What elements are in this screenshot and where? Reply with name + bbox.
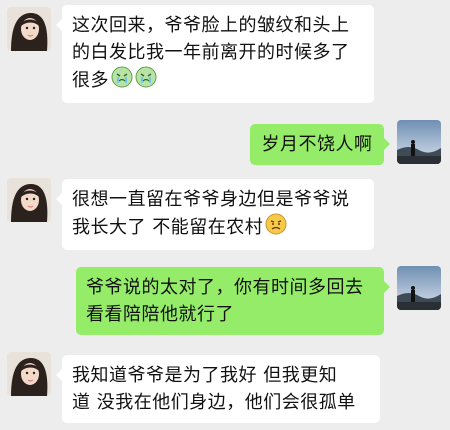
message-text: 这次回来，爷爷脸上的皱纹和头上 [72,15,350,36]
landscape-silhouette-icon [397,120,441,164]
message-text: 爷爷说的太对了，你有时间多回去 [86,277,364,298]
contact-avatar[interactable] [7,7,51,51]
girl-portrait-icon [7,7,51,51]
message-bubble[interactable]: 我知道爷爷是为了我好 但我更知 道 没我在他们身边，他们会很孤单 [56,355,380,423]
message-text: 很多 [72,70,109,91]
message-text: 看看陪陪他就行了 [86,304,234,325]
self-avatar[interactable] [397,120,441,164]
sad-face-icon [265,213,287,243]
message-bubble[interactable]: 爷爷说的太对了，你有时间多回去 看看陪陪他就行了 [76,267,390,335]
message-text: 我长大了 不能留在农村 [72,217,264,238]
message-text: 道 没我在他们身边，他们会很孤单 [72,392,356,413]
green-crying-face-icon [135,66,157,96]
message-text: 我知道爷爷是为了我好 但我更知 [72,365,338,386]
message-bubble[interactable]: 这次回来，爷爷脸上的皱纹和头上 的白发比我一年前离开的时候多了 很多 [56,5,374,103]
green-crying-face-icon [111,66,133,96]
self-avatar[interactable] [397,266,441,310]
girl-portrait-icon [7,178,51,222]
message-text: 岁月不饶人啊 [261,134,373,155]
message-bubble[interactable]: 岁月不饶人啊 [250,124,390,165]
contact-avatar[interactable] [7,352,51,396]
contact-avatar[interactable] [7,178,51,222]
message-text: 的白发比我一年前离开的时候多了 [72,42,350,63]
message-text: 很想一直留在爷爷身边但是爷爷说 [72,189,350,210]
landscape-silhouette-icon [397,266,441,310]
message-bubble[interactable]: 很想一直留在爷爷身边但是爷爷说 我长大了 不能留在农村 [56,179,374,250]
girl-portrait-icon [7,352,51,396]
